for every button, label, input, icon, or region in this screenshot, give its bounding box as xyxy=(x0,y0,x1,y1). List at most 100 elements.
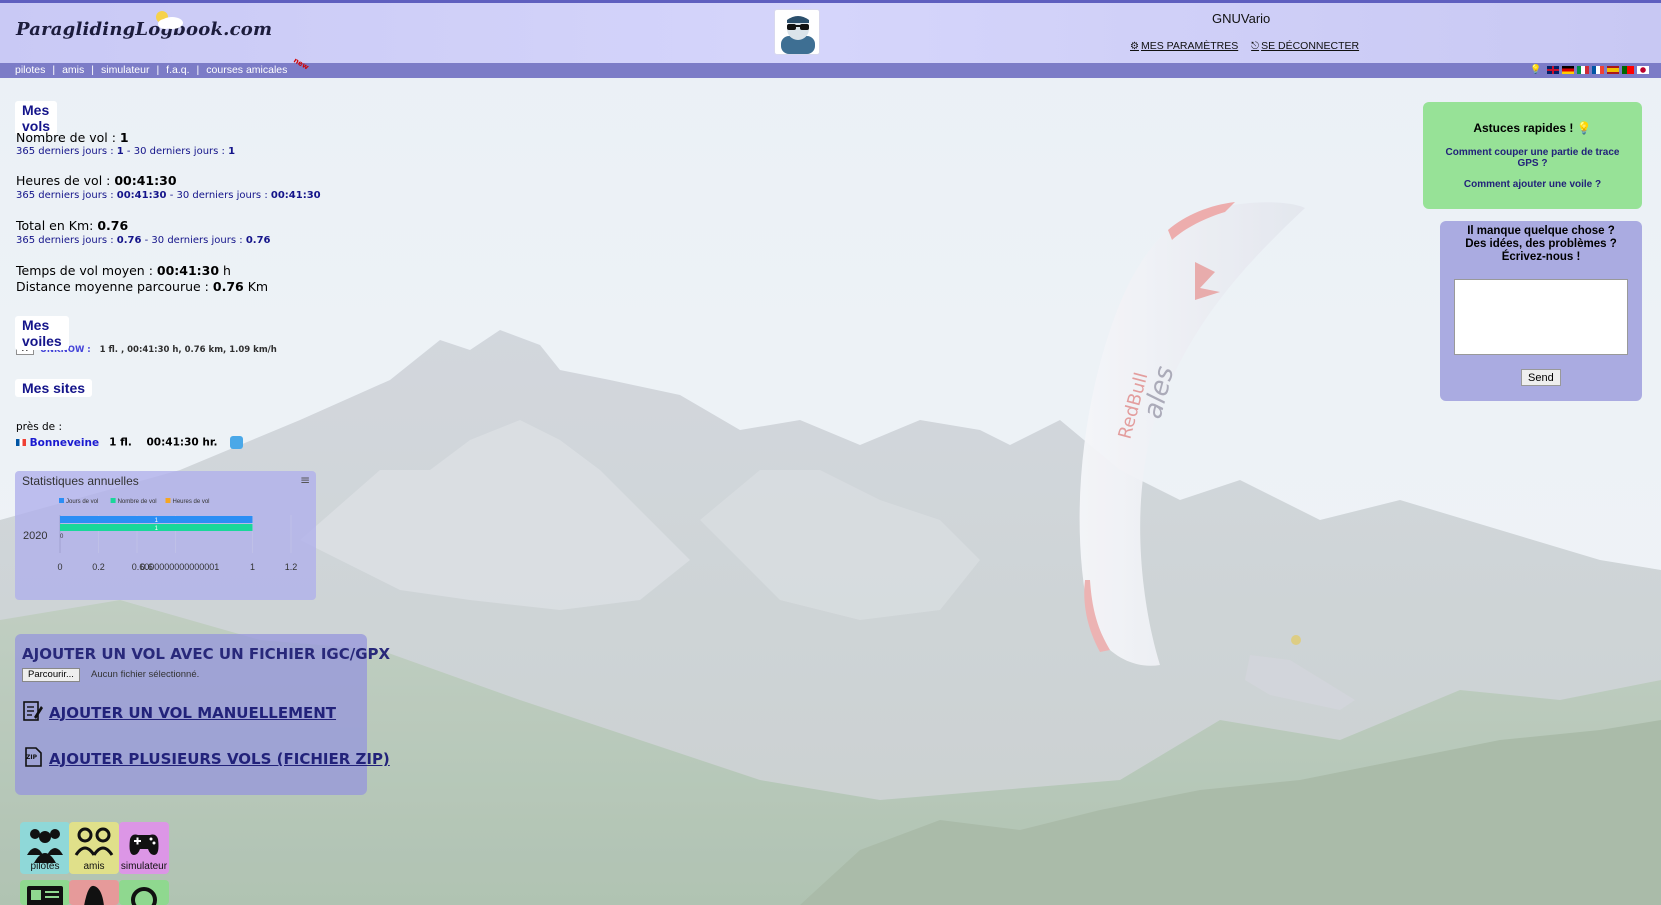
legend-swatch xyxy=(165,498,171,503)
add-flight-panel: AJOUTER UN VOL AVEC UN FICHIER IGC/GPX P… xyxy=(15,634,390,795)
tile-wing[interactable] xyxy=(69,880,119,905)
zip-icon-text: ZIP xyxy=(26,754,37,761)
total-km-365: 0.76 xyxy=(116,235,142,246)
total-km: Total en Km: 0.76 xyxy=(16,218,128,233)
data-label: 0 xyxy=(60,534,64,540)
nav-separator: | xyxy=(52,64,56,76)
add-manual-flight-link[interactable]: AJOUTER UN VOL MANUELLEMENT xyxy=(49,704,336,722)
flight-count-30: 1 xyxy=(228,146,236,157)
legend-label: Heures de vol xyxy=(173,499,210,505)
flag-de-icon[interactable] xyxy=(1562,66,1574,74)
sub-label-30: - 30 derniers jours : xyxy=(123,146,229,157)
flight-hours: Heures de vol : 00:41:30 xyxy=(16,173,177,188)
nav-bar: pilotes | amis | simulateur | f.a.q. | courses a… xyxy=(0,56,1661,78)
flight-count-365: 1 xyxy=(116,146,124,157)
nav-separator: | xyxy=(196,64,200,76)
pilot-name: GNUVario xyxy=(1212,11,1271,26)
nav-item-amis[interactable]: amis xyxy=(62,64,84,76)
nav-item-pilotes[interactable]: pilotes xyxy=(15,64,45,76)
flight-count-sub: 365 derniers jours : 1 - 30 derniers jou… xyxy=(16,146,235,157)
tile-pilotes[interactable]: pilotes xyxy=(20,822,70,874)
tile-label: pilotes xyxy=(30,861,60,872)
settings-link[interactable]: ⚙ MES PARAMÈTRES xyxy=(1130,40,1238,52)
x-tick-label: 1 xyxy=(250,562,255,572)
lightbulb-icon: 💡 xyxy=(1576,121,1592,135)
x-tick-label: 0.2 xyxy=(92,562,105,572)
tile-faq[interactable] xyxy=(119,880,169,905)
tile-amis[interactable]: amis xyxy=(69,822,119,874)
flight-hours-365: 00:41:30 xyxy=(116,190,167,201)
site-flights: 1 fl. xyxy=(109,436,132,449)
tips-title: Astuces rapides ! 💡 xyxy=(1423,121,1642,135)
nav-item-faq[interactable]: f.a.q. xyxy=(166,64,189,76)
tip-cut-gps-link[interactable]: Comment couper une partie de trace GPS ? xyxy=(1443,147,1622,169)
avg-flight-time-unit: h xyxy=(219,263,231,278)
tile-simulateur[interactable]: simulateur xyxy=(119,822,169,874)
add-igc-title: AJOUTER UN VOL AVEC UN FICHIER IGC/GPX xyxy=(22,645,391,663)
feedback-line-2: Des idées, des problèmes ? xyxy=(1465,238,1617,250)
tip-add-wing-link[interactable]: Comment ajouter une voile ? xyxy=(1443,179,1622,190)
nav-separator: | xyxy=(156,64,160,76)
sub-label-365: 365 derniers jours : xyxy=(16,235,117,246)
add-zip-flights-link[interactable]: AJOUTER PLUSIEURS VOLS (FICHIER ZIP) xyxy=(49,750,390,768)
flag-it-icon[interactable] xyxy=(1577,66,1589,74)
weather-icon[interactable] xyxy=(229,436,243,449)
total-km-label: Total en Km: xyxy=(16,218,98,233)
site-row: Bonneveine 1 fl. 00:41:30 hr. xyxy=(16,436,243,449)
user-links: ⚙ MES PARAMÈTRES ⎋ SE DÉCONNECTER xyxy=(1130,40,1369,52)
site-header: ParaglidingLogbook.com GNUVario ⚙ MES PAR… xyxy=(0,3,1661,63)
sub-label-30: - 30 derniers jours : xyxy=(166,190,271,201)
total-km-30: 0.76 xyxy=(245,235,271,246)
site-name-link[interactable]: Bonneveine xyxy=(30,437,99,449)
x-tick-label: 0 xyxy=(57,562,62,572)
total-km-value: 0.76 xyxy=(97,218,129,233)
flight-hours-value: 00:41:30 xyxy=(114,173,177,188)
sun-cloud-icon xyxy=(156,11,183,29)
feedback-line-1: Il manque quelque chose ? xyxy=(1467,225,1615,237)
logout-link[interactable]: ⎋ SE DÉCONNECTER xyxy=(1251,40,1359,52)
feedback-line-3: Écrivez-nous ! xyxy=(1501,251,1581,263)
tips-title-text: Astuces rapides ! xyxy=(1473,121,1574,135)
no-file-text: Aucun fichier sélectionné. xyxy=(91,669,200,680)
flight-count: Nombre de vol : 1 xyxy=(16,130,129,145)
flag-pt-icon[interactable] xyxy=(1622,66,1634,74)
id-card-icon xyxy=(27,886,63,905)
flight-hours-label: Heures de vol : xyxy=(16,173,115,188)
flag-fr-icon[interactable] xyxy=(1592,66,1604,74)
pilot-avatar[interactable] xyxy=(774,9,820,55)
chart-title: Statistiques annuelles xyxy=(22,474,139,488)
nav-item-courses-amicales[interactable]: courses amicales xyxy=(206,64,287,76)
nav-item-simulateur[interactable]: simulateur xyxy=(101,64,149,76)
wing-icon xyxy=(84,885,104,905)
feedback-textarea[interactable] xyxy=(1454,279,1628,355)
site-logo[interactable]: ParaglidingLogbook.com xyxy=(16,19,272,40)
avg-flight-time: Temps de vol moyen : 00:41:30 h xyxy=(16,263,231,278)
category-label: 2020 xyxy=(23,530,47,542)
x-tick-label: 0.6000000000000001 xyxy=(132,562,220,572)
logout-icon: ⎋ xyxy=(1251,41,1260,52)
language-bulb-icon[interactable]: 💡 xyxy=(1530,66,1544,75)
x-tick-label: 1.2 xyxy=(285,562,298,572)
send-button[interactable]: Send xyxy=(1521,369,1561,386)
nav-separator: | xyxy=(91,64,94,76)
flight-count-label: Nombre de vol : xyxy=(16,130,120,145)
flight-hours-30: 00:41:30 xyxy=(270,190,321,201)
legend-label: Nombre de vol xyxy=(118,499,157,505)
flag-gb-icon[interactable] xyxy=(1547,66,1559,74)
gear-icon: ⚙ xyxy=(1130,41,1139,52)
avg-distance-label: Distance moyenne parcourue : xyxy=(16,279,213,294)
legend-label: Jours de vol xyxy=(66,499,98,505)
avg-flight-time-label: Temps de vol moyen : xyxy=(16,263,157,278)
help-icon xyxy=(131,887,157,905)
logout-link-label: SE DÉCONNECTER xyxy=(1261,40,1360,52)
flag-es-icon[interactable] xyxy=(1607,66,1619,74)
flag-jp-icon[interactable] xyxy=(1637,66,1649,74)
browse-file-button[interactable]: Parcourir... xyxy=(22,668,80,682)
language-selector: 💡 xyxy=(1530,66,1649,75)
avg-distance: Distance moyenne parcourue : 0.76 Km xyxy=(16,279,268,294)
near-label: près de : xyxy=(16,421,63,433)
site-time: 00:41:30 hr. xyxy=(146,436,218,449)
tile-id-card[interactable] xyxy=(20,880,70,905)
annual-stats-chart: Statistiques annuelles ≡ Jours de vol Nom… xyxy=(15,471,316,600)
chart-menu-icon[interactable]: ≡ xyxy=(300,473,310,487)
